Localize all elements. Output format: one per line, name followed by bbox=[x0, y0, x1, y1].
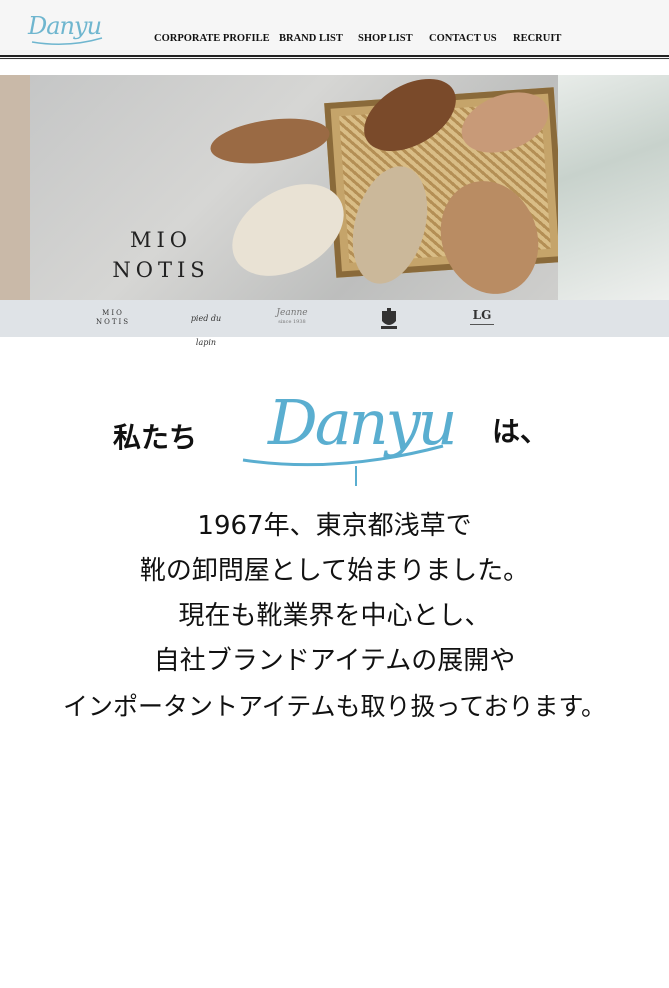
crest-icon bbox=[381, 308, 397, 329]
brand-logo-pied-du-lapin[interactable]: pied du lapin bbox=[180, 307, 232, 347]
logo-swoosh-icon bbox=[242, 444, 444, 486]
hero-prev-slide-edge bbox=[0, 75, 30, 300]
company-description: 1967年、東京都浅草で 靴の卸問屋として始まりました。 現在も靴業界を中心とし… bbox=[0, 504, 669, 729]
description-line: 靴の卸問屋として始まりました。 bbox=[139, 556, 530, 586]
intro-suffix: は、 bbox=[492, 415, 549, 448]
hero-brand-line2: NOTIS bbox=[112, 258, 210, 282]
hero-brand-mark: MIO NOTIS bbox=[96, 225, 226, 285]
brand-jeanne-since: since 1938 bbox=[278, 319, 306, 325]
hero-brand-line1: MIO bbox=[129, 228, 192, 252]
brand-jeanne-name: Jeanne bbox=[276, 308, 308, 318]
brand-mio-line2: NOTIS bbox=[95, 318, 131, 326]
brand-logo-bar: MIO NOTIS pied du lapin Jeanne since 193… bbox=[0, 300, 669, 347]
brand-lg-mark: LG bbox=[472, 308, 492, 322]
description-line: 自社ブランドアイテムの展開や bbox=[153, 646, 516, 676]
site-header: Danyu CORPORATE PROFILE BRAND LIST SHOP … bbox=[0, 0, 669, 60]
intro-danyu-logo: Danyu bbox=[238, 386, 458, 490]
description-line: インポータントアイテムも取り扱っております。 bbox=[62, 692, 606, 721]
nav-shop-list[interactable]: SHOP LIST bbox=[358, 33, 413, 44]
brand-mio-line1: MIO bbox=[102, 309, 124, 317]
intro-prefix: 私たち bbox=[113, 421, 198, 454]
brand-logo-jeanne[interactable]: Jeanne since 1938 bbox=[268, 307, 316, 331]
brand-logo-crest[interactable] bbox=[378, 307, 400, 331]
main-nav: CORPORATE PROFILE BRAND LIST SHOP LIST C… bbox=[0, 33, 669, 47]
hero-slide-image: MIO NOTIS bbox=[30, 75, 566, 300]
intro-heading: 私たち Danyu は、 bbox=[0, 386, 669, 490]
nav-brand-list[interactable]: BRAND LIST bbox=[279, 33, 343, 44]
header-divider-thin bbox=[0, 58, 669, 59]
shoe-image bbox=[207, 111, 333, 171]
nav-recruit[interactable]: RECRUIT bbox=[513, 33, 561, 44]
header-divider bbox=[0, 55, 669, 57]
brand-logo-mio-notis[interactable]: MIO NOTIS bbox=[92, 307, 134, 333]
description-line: 現在も靴業界を中心とし、 bbox=[178, 601, 491, 631]
hero-next-slide-edge bbox=[558, 75, 669, 300]
hero-banner[interactable]: MIO NOTIS bbox=[0, 75, 669, 300]
brand-logo-lg[interactable]: LG bbox=[468, 307, 496, 331]
description-line: 1967年、東京都浅草で bbox=[197, 511, 472, 541]
nav-corporate-profile[interactable]: CORPORATE PROFILE bbox=[154, 33, 270, 44]
brand-lg-rule bbox=[470, 324, 494, 325]
nav-contact-us[interactable]: CONTACT US bbox=[429, 33, 497, 44]
